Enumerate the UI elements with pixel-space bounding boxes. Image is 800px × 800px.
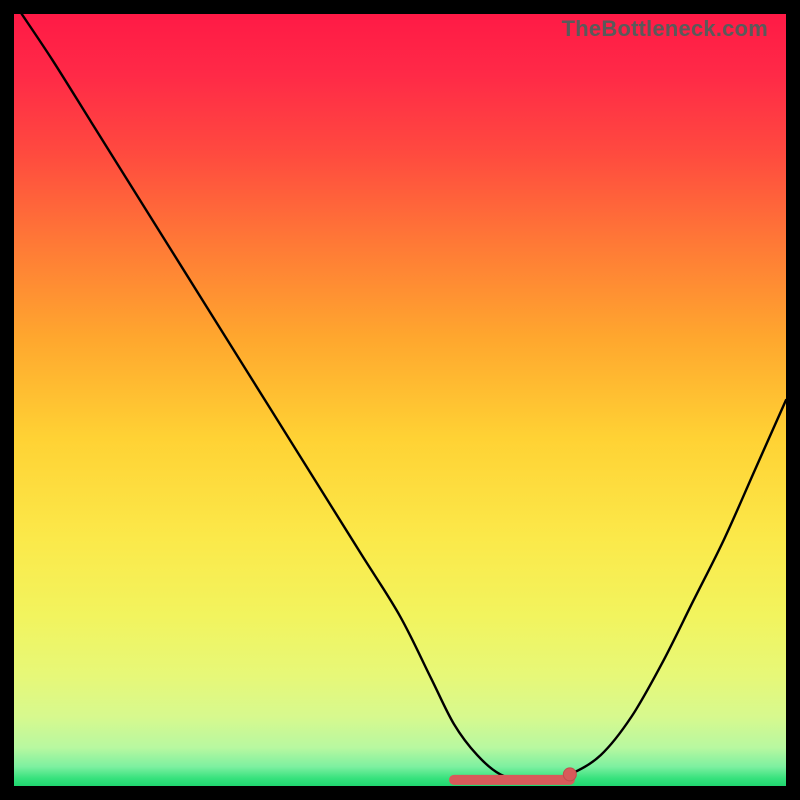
chart-background-gradient: [14, 14, 786, 786]
chart-frame: TheBottleneck.com: [14, 14, 786, 786]
watermark-text: TheBottleneck.com: [562, 16, 768, 42]
